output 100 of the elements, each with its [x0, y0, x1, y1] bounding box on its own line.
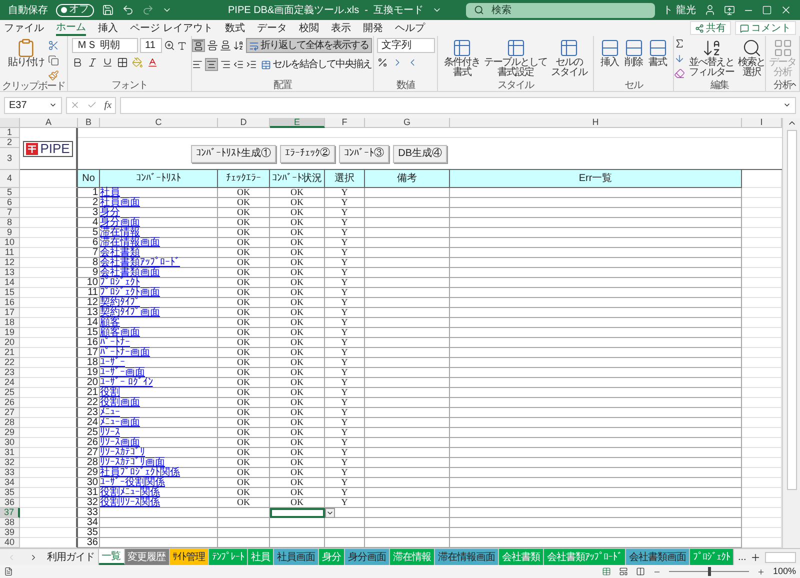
table-cell[interactable] — [270, 528, 325, 538]
column-header[interactable]: B — [78, 118, 100, 128]
menu-tab[interactable]: ヘルプ — [394, 22, 425, 34]
menu-tab[interactable]: ファイル — [4, 22, 44, 34]
table-cell[interactable]: OK — [270, 368, 325, 378]
vertical-scrollbar[interactable] — [782, 118, 800, 548]
table-cell[interactable]: OK — [270, 238, 325, 248]
sheet-link[interactable]: ﾕｰｻﾞｰ ﾛｸﾞｲﾝ — [100, 378, 153, 387]
table-cell[interactable]: OK — [270, 278, 325, 288]
row-header[interactable]: 20 — [0, 338, 20, 348]
row-header[interactable]: 28 — [0, 418, 20, 428]
sheet-link[interactable]: 会社書類ｱｯﾌﾟﾛｰﾄﾞ — [100, 258, 180, 267]
table-cell[interactable]: OK — [270, 338, 325, 348]
paste-button[interactable]: 貼り付け — [8, 38, 44, 68]
column-header[interactable]: I — [742, 118, 782, 128]
sheet-link[interactable]: 会社書類画面 — [100, 268, 160, 277]
row-header[interactable]: 38 — [0, 518, 20, 528]
table-cell[interactable]: OK — [270, 468, 325, 478]
table-cell[interactable]: OK — [270, 378, 325, 388]
row-header[interactable]: 17 — [0, 308, 20, 318]
merge-center-button[interactable]: セルを結合して中央揃え — [258, 57, 374, 72]
sheet-tab[interactable]: 社員画面 — [274, 549, 319, 565]
column-header[interactable]: D — [218, 118, 270, 128]
row-header[interactable]: 36 — [0, 498, 20, 508]
sheet-button[interactable]: ｺﾝﾊﾞｰﾄﾘｽﾄ生成① — [191, 144, 276, 162]
row-header[interactable]: 29 — [0, 428, 20, 438]
sheet-button[interactable]: ｴﾗｰﾁｪｯｸ② — [280, 144, 336, 162]
table-cell[interactable]: OK — [270, 358, 325, 368]
row-header[interactable]: 27 — [0, 408, 20, 418]
sheet-button[interactable]: ｺﾝﾊﾞｰﾄ③ — [339, 144, 390, 162]
menu-tab[interactable]: 表示 — [330, 22, 351, 34]
style-button[interactable]: 条件付き 書式 — [444, 38, 480, 78]
row-header[interactable]: 22 — [0, 358, 20, 368]
cell-button[interactable]: 書式 — [648, 38, 668, 68]
percent-icon[interactable] — [376, 57, 388, 68]
menu-tab[interactable]: ページ レイアウト — [130, 22, 213, 34]
name-box[interactable]: E37 — [4, 96, 62, 114]
row-header[interactable]: 21 — [0, 348, 20, 358]
table-cell[interactable]: OK — [270, 488, 325, 498]
column-header[interactable]: C — [100, 118, 218, 128]
table-cell[interactable]: OK — [270, 418, 325, 428]
sheet-link[interactable]: ﾕｰｻﾞｰ画面 — [100, 368, 145, 377]
sheet-link[interactable]: ﾘｿｰｽｶﾃｺﾞﾘ — [100, 448, 145, 457]
table-cell[interactable]: OK — [270, 458, 325, 468]
menu-tab[interactable]: 数式 — [224, 22, 245, 34]
sheet-tab[interactable]: 滞在情報画面 — [435, 549, 499, 565]
cancel-icon[interactable] — [70, 100, 80, 110]
menu-tab[interactable]: 開発 — [362, 22, 383, 34]
find-select-button[interactable]: 検索と 選択 — [738, 38, 765, 78]
sheet-link[interactable]: ﾕｰｻﾞｰ役割関係 — [100, 478, 165, 487]
row-header[interactable]: 3 — [0, 148, 20, 170]
row-header[interactable]: 35 — [0, 488, 20, 498]
table-cell[interactable]: OK — [270, 228, 325, 238]
row-header[interactable]: 13 — [0, 268, 20, 278]
save-icon[interactable] — [102, 4, 114, 16]
format-painter-icon[interactable] — [48, 70, 59, 81]
table-cell[interactable]: OK — [270, 328, 325, 338]
sheet-link[interactable]: 身分 — [100, 208, 120, 217]
column-header[interactable]: E — [270, 118, 325, 128]
page-break-icon[interactable] — [636, 567, 645, 576]
sheet-link[interactable]: ﾘｿｰｽ画面 — [100, 438, 140, 447]
table-cell[interactable]: OK — [270, 438, 325, 448]
row-header[interactable]: 15 — [0, 288, 20, 298]
row-header[interactable]: 23 — [0, 368, 20, 378]
row-header[interactable]: 1 — [0, 128, 20, 138]
table-cell[interactable] — [270, 518, 325, 528]
autosave-toggle[interactable]: オフ — [56, 4, 94, 16]
row-header[interactable]: 7 — [0, 208, 20, 218]
maximize-icon[interactable] — [762, 5, 772, 15]
column-header[interactable]: F — [325, 118, 365, 128]
cut-icon[interactable] — [48, 40, 59, 51]
column-header[interactable]: G — [365, 118, 450, 128]
row-header[interactable]: 34 — [0, 478, 20, 488]
table-cell[interactable]: OK — [270, 258, 325, 268]
insert-function-button[interactable]: fx — [104, 98, 112, 112]
column-header[interactable]: H — [450, 118, 742, 128]
row-header[interactable]: 5 — [0, 188, 20, 198]
sheet-link[interactable]: 身分画面 — [100, 218, 140, 227]
italic-icon[interactable] — [87, 57, 98, 68]
table-cell[interactable]: OK — [270, 218, 325, 228]
row-header[interactable]: 31 — [0, 448, 20, 458]
cell-button[interactable]: 削除 — [624, 38, 644, 68]
table-cell[interactable]: OK — [270, 298, 325, 308]
sheet-tab[interactable]: 変更履歴 — [124, 549, 170, 565]
row-header[interactable]: 16 — [0, 298, 20, 308]
sheet-link[interactable]: ﾊﾟｰﾄﾅｰ — [100, 338, 130, 347]
sheet-link[interactable]: 会社書類 — [100, 248, 140, 257]
table-cell[interactable]: OK — [270, 478, 325, 488]
sheet-link[interactable]: 役割 — [100, 388, 120, 397]
menu-tab[interactable]: 挿入 — [98, 22, 118, 34]
wrap-text-button[interactable]: 折り返して全体を表示する — [246, 38, 372, 53]
table-cell[interactable]: OK — [270, 288, 325, 298]
row-header[interactable]: 39 — [0, 528, 20, 538]
fill-icon[interactable] — [674, 53, 685, 64]
page-layout-icon[interactable] — [618, 567, 628, 576]
row-header[interactable]: 19 — [0, 328, 20, 338]
table-cell[interactable]: OK — [270, 208, 325, 218]
table-cell[interactable]: OK — [270, 408, 325, 418]
table-cell[interactable]: OK — [270, 498, 325, 508]
increase-indent-icon[interactable] — [246, 59, 256, 70]
